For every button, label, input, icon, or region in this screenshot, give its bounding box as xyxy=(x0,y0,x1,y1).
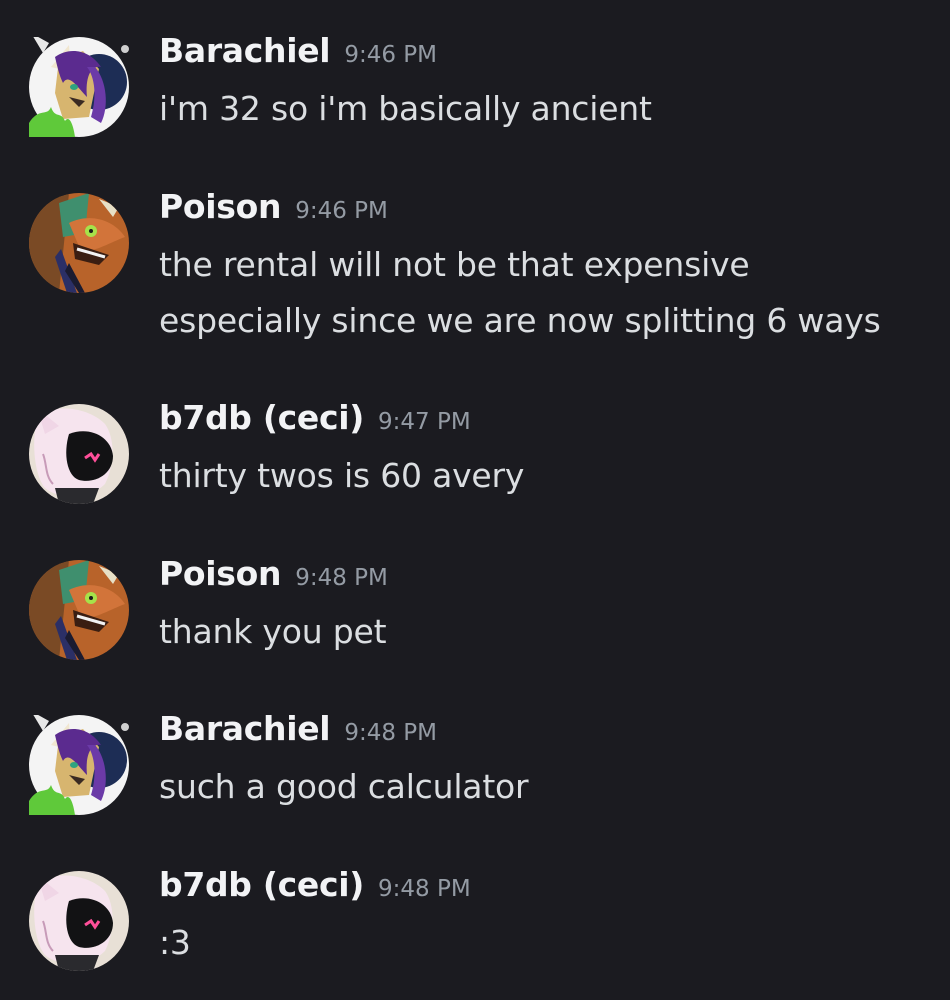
protogen-avatar-icon xyxy=(29,871,129,971)
message-content: Barachiel 9:46 PM i'm 32 so i'm basically… xyxy=(159,31,930,137)
wolf-avatar-icon xyxy=(29,715,129,815)
username[interactable]: b7db (ceci) xyxy=(159,865,364,904)
message-content: b7db (ceci) 9:47 PM thirty twos is 60 ave… xyxy=(159,398,930,504)
timestamp: 9:46 PM xyxy=(344,42,438,68)
timestamp: 9:47 PM xyxy=(378,409,471,435)
user-avatar[interactable] xyxy=(29,37,129,137)
timestamp: 9:48 PM xyxy=(378,876,471,902)
user-avatar[interactable] xyxy=(29,560,129,660)
message-text: such a good calculator xyxy=(159,767,529,806)
message-text: i'm 32 so i'm basically ancient xyxy=(159,89,652,128)
message-content: Poison 9:48 PM thank you pet xyxy=(159,554,930,660)
username[interactable]: Barachiel xyxy=(159,31,331,70)
timestamp: 9:46 PM xyxy=(295,198,388,224)
message-text: :3 xyxy=(159,923,191,962)
message-header: Barachiel 9:46 PM xyxy=(159,31,930,81)
lizard-avatar-icon xyxy=(29,193,129,293)
message-text: the rental will not be that expensive xyxy=(159,245,750,284)
user-avatar[interactable] xyxy=(29,404,129,504)
timestamp: 9:48 PM xyxy=(344,720,438,746)
protogen-avatar-icon xyxy=(29,404,129,504)
chat-message-list[interactable]: Barachiel 9:46 PM i'm 32 so i'm basically… xyxy=(0,0,950,1000)
user-avatar[interactable] xyxy=(29,193,129,293)
message-header: Poison 9:46 PM xyxy=(159,187,930,237)
message-content: Poison 9:46 PM the rental will not be tha… xyxy=(159,187,930,349)
message-header: b7db (ceci) 9:48 PM xyxy=(159,865,930,915)
message-content: b7db (ceci) 9:48 PM :3 xyxy=(159,865,930,971)
message-header: b7db (ceci) 9:47 PM xyxy=(159,398,930,448)
username[interactable]: Barachiel xyxy=(159,709,331,748)
user-avatar[interactable] xyxy=(29,871,129,971)
message-text: thank you pet xyxy=(159,612,387,651)
user-avatar[interactable] xyxy=(29,715,129,815)
timestamp: 9:48 PM xyxy=(295,565,388,591)
message-text: especially since we are now splitting 6 … xyxy=(159,301,881,340)
username[interactable]: b7db (ceci) xyxy=(159,398,364,437)
username[interactable]: Poison xyxy=(159,554,281,593)
message-text: thirty twos is 60 avery xyxy=(159,456,525,495)
wolf-avatar-icon xyxy=(29,37,129,137)
message-header: Barachiel 9:48 PM xyxy=(159,709,930,759)
username[interactable]: Poison xyxy=(159,187,281,226)
message-content: Barachiel 9:48 PM such a good calculator xyxy=(159,709,930,815)
lizard-avatar-icon xyxy=(29,560,129,660)
message-header: Poison 9:48 PM xyxy=(159,554,930,604)
